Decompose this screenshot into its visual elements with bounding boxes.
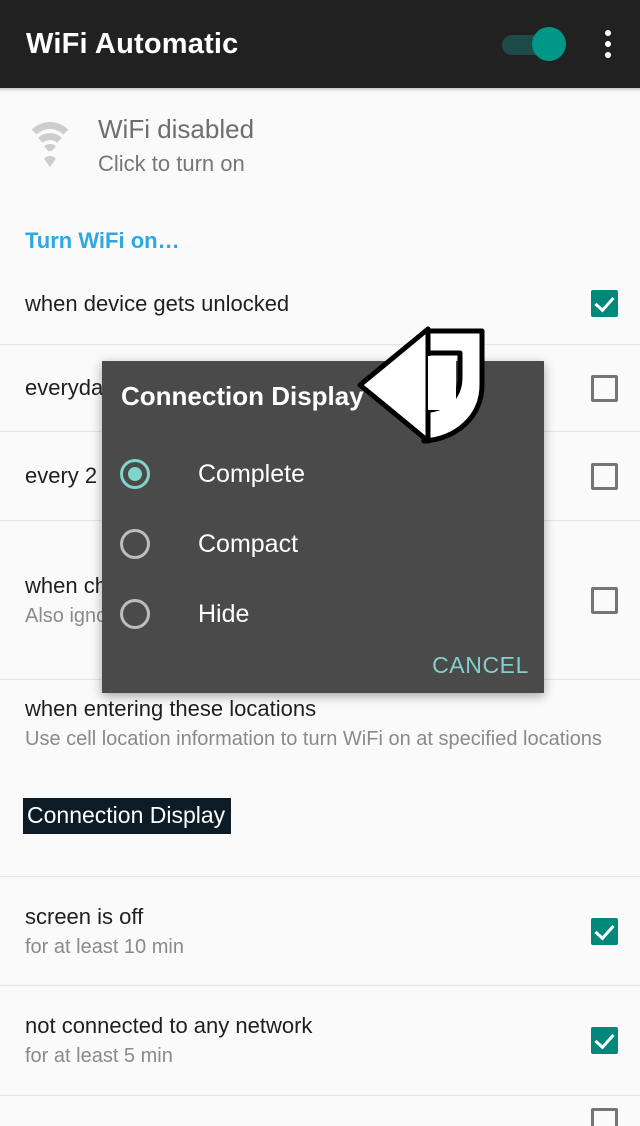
list-item-title: screen is off: [25, 903, 144, 929]
dialog-option-compact[interactable]: Compact: [102, 509, 544, 579]
list-item-checkbox[interactable]: [591, 290, 618, 317]
list-item-checkbox[interactable]: [591, 1108, 618, 1126]
radio-button-selected[interactable]: [120, 459, 150, 489]
connection-display-dialog: Connection Display Complete Compact Hide…: [102, 361, 544, 693]
row-texts: screen is off for at least 10 min: [25, 902, 591, 961]
wifi-status-block[interactable]: WiFi disabled Click to turn on: [0, 92, 640, 212]
dialog-title: Connection Display: [121, 381, 364, 411]
section-header-turn-wifi-on[interactable]: Turn WiFi on…: [25, 228, 180, 254]
list-item[interactable]: not connected to any network for at leas…: [0, 986, 640, 1096]
dialog-option-label: Complete: [198, 459, 305, 488]
list-item-checkbox[interactable]: [591, 586, 618, 614]
more-vertical-icon[interactable]: [594, 22, 622, 66]
dot: [605, 30, 611, 36]
dialog-option-label: Compact: [198, 529, 299, 558]
radio-button[interactable]: [120, 599, 150, 629]
master-wifi-automatic-toggle[interactable]: [502, 27, 568, 61]
toggle-thumb: [532, 27, 566, 61]
list-item-partial[interactable]: [0, 1096, 640, 1126]
dialog-option-label: Hide: [198, 599, 250, 628]
wifi-status-title: WiFi disabled: [98, 114, 255, 144]
wifi-off-icon: [22, 120, 78, 170]
wifi-status-texts: WiFi disabled Click to turn on: [98, 110, 254, 180]
list-item[interactable]: screen is off for at least 10 min: [0, 876, 640, 986]
list-item-checkbox[interactable]: [591, 462, 618, 490]
conditions-list-bottom: screen is off for at least 10 min not co…: [0, 876, 640, 1126]
cancel-button[interactable]: CANCEL: [432, 652, 529, 679]
app-screen: WiFi Automatic WiFi disabled Click to tu…: [0, 0, 640, 1126]
connection-display-label[interactable]: Connection Display: [23, 798, 232, 834]
dialog-option-list: Complete Compact Hide: [102, 439, 544, 649]
radio-button[interactable]: [120, 529, 150, 559]
list-item-checkbox[interactable]: [591, 374, 618, 402]
list-item-title: not connected to any network: [25, 1013, 313, 1038]
row-texts: not connected to any network for at leas…: [25, 1011, 591, 1070]
list-item-checkbox[interactable]: [591, 917, 618, 945]
dot: [605, 52, 611, 58]
list-item-subtitle: for at least 5 min: [25, 1045, 173, 1067]
list-item-title: when entering these locations: [25, 696, 317, 721]
list-item-subtitle: Use cell location information to turn Wi…: [25, 728, 602, 750]
page-title: WiFi Automatic: [26, 27, 239, 60]
dialog-option-hide[interactable]: Hide: [102, 579, 544, 649]
dot: [605, 41, 611, 47]
list-item-subtitle: for at least 10 min: [25, 935, 184, 958]
connection-display-setting-row[interactable]: Connection Display: [0, 780, 640, 850]
list-item-checkbox[interactable]: [591, 1027, 618, 1054]
wifi-dot: [42, 156, 58, 174]
row-texts: when device gets unlocked: [25, 289, 591, 319]
list-item-title: when device gets unlocked: [25, 290, 290, 316]
app-bar: WiFi Automatic: [0, 0, 640, 88]
row-texts: when entering these locations Use cell l…: [25, 694, 618, 753]
wifi-status-subtitle: Click to turn on: [98, 151, 245, 176]
dialog-option-complete[interactable]: Complete: [102, 439, 544, 509]
list-item[interactable]: when entering these locations Use cell l…: [0, 680, 640, 785]
list-item[interactable]: when device gets unlocked: [0, 263, 640, 345]
